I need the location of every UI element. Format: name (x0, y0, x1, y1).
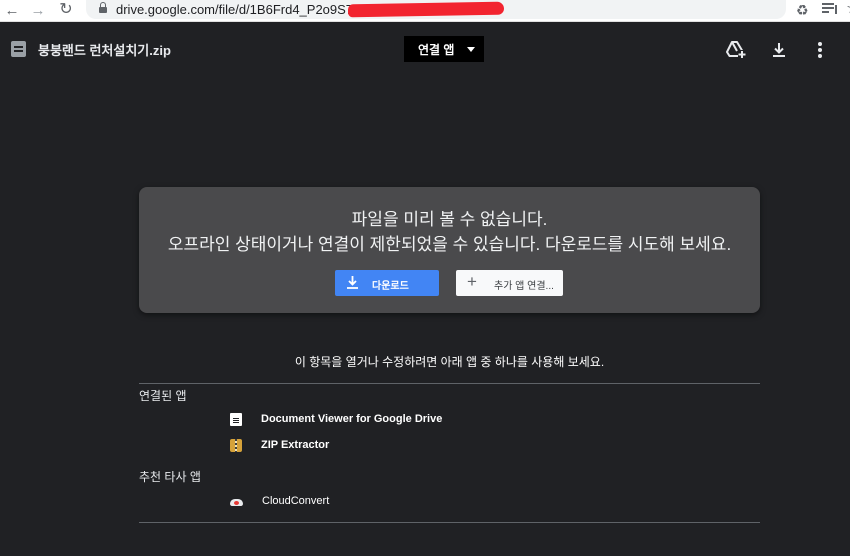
file-title: 붕붕랜드 런처설치기.zip (38, 43, 171, 58)
open-with-hint: 이 항목을 열거나 수정하려면 아래 앱 중 하나를 사용해 보세요. (294, 355, 605, 369)
zip-icon (230, 438, 242, 452)
app-name: Document Viewer for Google Drive (261, 413, 443, 425)
divider (139, 383, 760, 384)
connected-apps-heading: 연결된 앱 (139, 389, 187, 403)
address-bar[interactable]: drive.google.com/file/d/1B6Frd4_P2o9S70 … (86, 0, 850, 19)
download-button[interactable]: 다운로드 (335, 270, 439, 296)
cloud-icon (230, 495, 243, 508)
reload-icon[interactable]: ↻ (56, 1, 76, 19)
document-icon (230, 412, 242, 426)
app-item-zip-extractor[interactable]: ZIP Extractor (230, 436, 329, 454)
download-icon[interactable] (770, 41, 788, 59)
app-item-document-viewer[interactable]: Document Viewer for Google Drive (230, 410, 442, 428)
recommended-apps-heading: 추천 타사 앱 (139, 470, 201, 484)
download-button-label: 다운로드 (372, 281, 409, 292)
app-name: CloudConvert (262, 495, 330, 507)
browser-toolbar: ← → ↻ drive.google.com/file/d/1B6Frd4_P2… (0, 0, 850, 22)
preview-message-title: 파일을 미리 볼 수 없습니다. (351, 210, 548, 229)
app-item-cloudconvert[interactable]: CloudConvert (230, 492, 329, 510)
lock-icon[interactable] (99, 2, 107, 14)
divider (139, 522, 760, 523)
open-with-button[interactable]: 연결 앱 (404, 36, 484, 62)
puzzle-icon[interactable]: ♻ (796, 1, 809, 19)
arrow-right-icon[interactable]: → (28, 1, 48, 19)
media-control-icon[interactable] (822, 2, 838, 16)
arrow-left-icon[interactable]: ← (2, 1, 22, 19)
more-vert-icon[interactable] (814, 42, 826, 58)
preview-message-detail: 오프라인 상태이거나 연결이 제한되었을 수 있습니다. 다운로드를 시도해 보… (167, 235, 732, 254)
redaction-mark (347, 1, 505, 18)
plus-icon: + (467, 272, 477, 291)
open-with-label: 연결 앱 (418, 42, 455, 57)
url-text[interactable]: drive.google.com/file/d/1B6Frd4_P2o9S70 (116, 2, 360, 17)
app-name: ZIP Extractor (261, 439, 330, 451)
add-app-button-label: 추가 앱 연결... (494, 281, 554, 292)
star-icon[interactable]: ☆ (846, 0, 850, 18)
chevron-down-icon (467, 47, 475, 52)
add-app-button[interactable]: + 추가 앱 연결... (456, 270, 563, 296)
preview-unavailable-card: 파일을 미리 볼 수 없습니다. 오프라인 상태이거나 연결이 제한되었을 수 … (139, 187, 760, 313)
file-type-icon (11, 41, 26, 57)
add-to-drive-icon[interactable] (726, 41, 746, 59)
download-icon (347, 276, 358, 289)
